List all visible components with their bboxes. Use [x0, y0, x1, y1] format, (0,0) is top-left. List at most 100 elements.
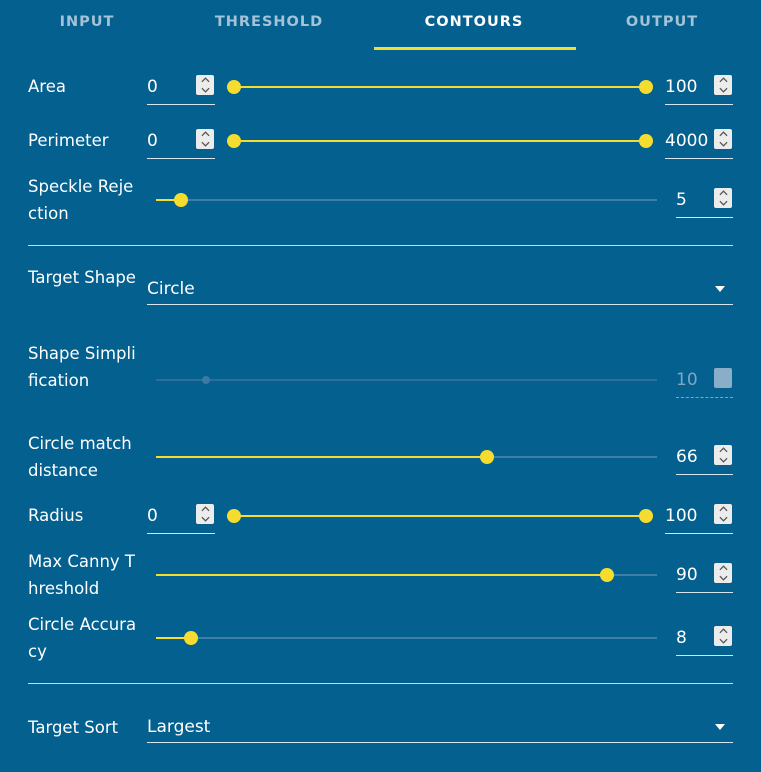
area-min-handle[interactable] — [227, 80, 241, 94]
chevron-up-icon[interactable] — [196, 129, 214, 139]
slider-fill — [156, 456, 487, 458]
radius-min-spinner[interactable] — [196, 504, 214, 524]
circle-match-distance-label: Circle match distance — [28, 434, 132, 480]
slider-fill — [234, 140, 646, 142]
chevron-down-icon[interactable] — [196, 85, 214, 95]
tab-bar: INPUT THRESHOLD CONTOURS OUTPUT — [0, 0, 761, 52]
area-max-field[interactable]: 100 — [665, 75, 733, 105]
chevron-up-icon[interactable] — [714, 445, 732, 455]
chevron-up-icon[interactable] — [196, 504, 214, 514]
area-min-value: 0 — [147, 77, 158, 97]
perimeter-min-field[interactable]: 0 — [147, 129, 215, 159]
radius-max-handle[interactable] — [639, 509, 653, 523]
area-min-field[interactable]: 0 — [147, 75, 215, 105]
chevron-up-icon[interactable] — [714, 129, 732, 139]
circle-match-distance-value: 66 — [676, 447, 698, 467]
area-label: Area — [28, 77, 66, 96]
chevron-up-icon[interactable] — [714, 504, 732, 514]
chevron-down-icon[interactable] — [196, 139, 214, 149]
radius-max-spinner[interactable] — [714, 504, 732, 524]
radius-min-field[interactable]: 0 — [147, 504, 215, 534]
chevron-down-icon[interactable] — [714, 514, 732, 524]
max-canny-threshold-field[interactable]: 90 — [676, 563, 733, 593]
chevron-up-icon[interactable] — [196, 75, 214, 85]
chevron-up-icon[interactable] — [714, 626, 732, 636]
perimeter-min-value: 0 — [147, 131, 158, 151]
circle-accuracy-spinner[interactable] — [714, 626, 732, 646]
chevron-down-icon[interactable] — [714, 139, 732, 149]
tab-threshold[interactable]: THRESHOLD — [205, 14, 333, 32]
circle-accuracy-handle[interactable] — [184, 631, 199, 645]
speckle-rejection-field[interactable]: 5 — [676, 188, 733, 218]
max-canny-threshold-label: Max Canny Threshold — [28, 552, 135, 598]
area-max-spinner[interactable] — [714, 75, 732, 95]
perimeter-min-spinner[interactable] — [196, 129, 214, 149]
max-canny-threshold-slider[interactable] — [156, 567, 657, 583]
target-shape-selected: Circle — [147, 279, 195, 299]
radius-min-handle[interactable] — [227, 509, 241, 523]
tab-contours[interactable]: CONTOURS — [404, 14, 544, 32]
slider-fill — [156, 574, 607, 576]
chevron-up-icon[interactable] — [714, 563, 732, 573]
perimeter-label: Perimeter — [28, 131, 109, 150]
caret-down-icon[interactable] — [715, 286, 725, 292]
target-shape-select[interactable]: Circle — [147, 275, 733, 305]
speckle-rejection-handle[interactable] — [174, 193, 189, 207]
area-min-spinner[interactable] — [196, 75, 214, 95]
circle-match-distance-spinner[interactable] — [714, 445, 732, 465]
section-divider — [28, 683, 733, 684]
max-canny-threshold-handle[interactable] — [599, 568, 614, 582]
speckle-rejection-label: Speckle Rejection — [28, 177, 134, 223]
target-sort-label: Target Sort — [28, 718, 119, 737]
perimeter-min-handle[interactable] — [227, 134, 241, 148]
shape-simplification-handle[interactable] — [202, 376, 211, 384]
area-max-handle[interactable] — [639, 80, 653, 94]
tab-input[interactable]: INPUT — [40, 14, 134, 32]
slider-track — [156, 379, 657, 381]
perimeter-max-value: 4000 — [665, 131, 709, 151]
slider-track — [156, 637, 657, 639]
circle-match-distance-handle[interactable] — [479, 450, 494, 464]
chevron-down-icon[interactable] — [714, 573, 732, 583]
chevron-up-icon[interactable] — [714, 75, 732, 85]
perimeter-max-field[interactable]: 4000 — [665, 129, 733, 159]
speckle-rejection-value: 5 — [676, 190, 687, 210]
circle-match-distance-field[interactable]: 66 — [676, 445, 733, 475]
perimeter-range-slider[interactable] — [227, 133, 653, 149]
chevron-down-icon[interactable] — [714, 455, 732, 465]
target-sort-select[interactable]: Largest — [147, 713, 733, 743]
slider-fill — [234, 515, 646, 517]
slider-fill — [234, 86, 646, 88]
chevron-down-icon[interactable] — [714, 85, 732, 95]
circle-match-distance-slider[interactable] — [156, 449, 657, 465]
circle-accuracy-field[interactable]: 8 — [676, 626, 733, 656]
active-tab-indicator — [374, 47, 576, 50]
chevron-down-icon[interactable] — [714, 636, 732, 646]
chevron-down-icon[interactable] — [714, 198, 732, 208]
circle-accuracy-slider[interactable] — [156, 630, 657, 646]
shape-simplification-slider[interactable] — [156, 372, 657, 388]
max-canny-threshold-spinner[interactable] — [714, 563, 732, 583]
section-divider — [28, 245, 733, 246]
speckle-rejection-slider[interactable] — [156, 192, 657, 208]
tab-output[interactable]: OUTPUT — [610, 14, 714, 32]
target-sort-selected: Largest — [147, 717, 211, 737]
chevron-down-icon[interactable] — [196, 514, 214, 524]
max-canny-threshold-value: 90 — [676, 565, 698, 585]
perimeter-max-spinner[interactable] — [714, 129, 732, 149]
radius-range-slider[interactable] — [227, 508, 653, 524]
shape-simplification-spinner — [714, 368, 732, 388]
circle-accuracy-value: 8 — [676, 628, 687, 648]
radius-max-field[interactable]: 100 — [665, 504, 733, 534]
speckle-rejection-spinner[interactable] — [714, 188, 732, 208]
caret-down-icon[interactable] — [715, 724, 725, 730]
area-max-value: 100 — [665, 77, 698, 97]
radius-max-value: 100 — [665, 506, 698, 526]
target-shape-label: Target Shape — [28, 268, 136, 287]
radius-min-value: 0 — [147, 506, 158, 526]
chevron-up-icon[interactable] — [714, 188, 732, 198]
area-range-slider[interactable] — [227, 79, 653, 95]
slider-track — [156, 199, 657, 201]
perimeter-max-handle[interactable] — [639, 134, 653, 148]
shape-simplification-field[interactable]: 10 — [676, 368, 733, 398]
